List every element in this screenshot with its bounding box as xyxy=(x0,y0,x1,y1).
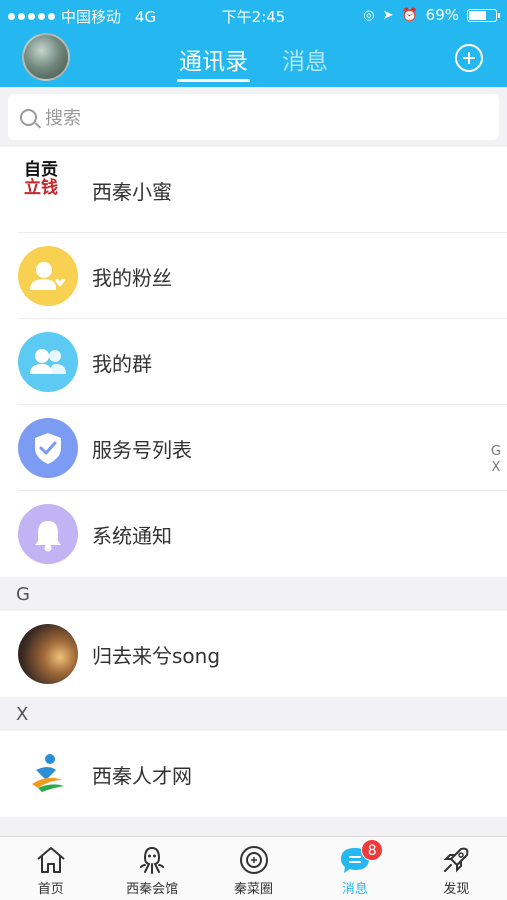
battery-percent: 69% xyxy=(425,6,459,24)
rocket-icon xyxy=(443,847,469,873)
bottom-tab-label: 首页 xyxy=(37,882,64,897)
list-item-label: 系统通知 xyxy=(92,523,172,548)
list-item-contact[interactable]: 归去来兮song xyxy=(0,611,507,697)
bell-icon xyxy=(18,504,78,564)
battery-icon xyxy=(467,8,500,22)
bottom-tab-bar: 首页 西秦会馆 秦菜圈 消息 8 发现 xyxy=(0,836,507,900)
active-tab-indicator xyxy=(177,79,250,82)
location-arrow-icon: ➤ xyxy=(382,7,394,23)
bottom-tab-label: 发现 xyxy=(443,882,470,897)
list-item-label: 西秦小蜜 xyxy=(92,179,172,204)
unread-badge: 8 xyxy=(361,839,384,861)
top-header: 中国移动 4G 下午2:45 ◎ ➤ ⏰ 69% 通讯录 消息 xyxy=(0,0,507,87)
battery-level-fill xyxy=(469,10,487,20)
bottom-tab-label: 消息 xyxy=(341,882,368,897)
tab-contacts[interactable]: 通讯录 xyxy=(177,42,250,82)
section-header-g: G xyxy=(0,577,507,611)
search-area: 搜索 xyxy=(0,87,507,147)
list-item-xiqin-xiaomi[interactable]: 自贡 立钱 西秦小蜜 xyxy=(0,147,507,233)
bottom-tab-discover[interactable]: 发现 xyxy=(406,837,507,900)
search-placeholder: 搜索 xyxy=(45,108,81,129)
contact-list: 自贡 立钱 西秦小蜜 我的粉丝 我的群 服务号列表 系统通知 G 归去来兮son… xyxy=(0,147,507,817)
contact-avatar xyxy=(18,624,78,684)
bottom-tab-home[interactable]: 首页 xyxy=(0,837,101,900)
fans-icon xyxy=(18,246,78,306)
tab-messages[interactable]: 消息 xyxy=(282,42,328,82)
bottom-tab-qin-circle[interactable]: 秦菜圈 xyxy=(203,837,304,900)
screen-lock-icon: ◎ xyxy=(363,7,375,23)
camera-lens-icon xyxy=(239,846,268,874)
search-input[interactable]: 搜索 xyxy=(8,94,499,140)
alphabet-index-bar[interactable]: G X xyxy=(491,444,501,476)
home-icon xyxy=(37,847,65,873)
group-icon xyxy=(18,332,78,392)
header-tabs: 通讯录 消息 xyxy=(0,42,507,82)
list-item-fans[interactable]: 我的粉丝 xyxy=(0,233,507,319)
search-icon xyxy=(20,108,37,126)
talent-network-logo xyxy=(18,744,78,804)
list-item-groups[interactable]: 我的群 xyxy=(0,319,507,405)
add-button[interactable] xyxy=(455,44,483,72)
list-item-label: 服务号列表 xyxy=(92,437,192,462)
section-header-x: X xyxy=(0,697,507,731)
bottom-tab-messages[interactable]: 消息 8 xyxy=(304,837,405,900)
alarm-icon: ⏰ xyxy=(401,7,418,23)
index-letter[interactable]: X xyxy=(491,460,501,476)
tab-messages-label: 消息 xyxy=(282,49,328,75)
list-item-label: 我的群 xyxy=(92,351,152,376)
list-item-label: 西秦人才网 xyxy=(92,763,192,788)
logo-text-line2: 立钱 xyxy=(24,178,58,198)
bottom-tab-xiqin-hall[interactable]: 西秦会馆 xyxy=(101,837,202,900)
status-bar: 中国移动 4G 下午2:45 ◎ ➤ ⏰ 69% xyxy=(0,0,507,28)
list-item-label: 我的粉丝 xyxy=(92,265,172,290)
list-item-service-accounts[interactable]: 服务号列表 xyxy=(0,405,507,491)
logo-text-line1: 自贡 xyxy=(24,160,58,180)
bottom-tab-label: 秦菜圈 xyxy=(234,882,274,897)
shield-check-icon xyxy=(18,418,78,478)
list-item-label: 归去来兮song xyxy=(92,643,221,668)
index-letter[interactable]: G xyxy=(491,444,501,460)
bottom-tab-label: 西秦会馆 xyxy=(126,882,179,897)
list-item-contact[interactable]: 西秦人才网 xyxy=(0,731,507,817)
list-item-system-notices[interactable]: 系统通知 xyxy=(0,491,507,577)
octopus-icon xyxy=(140,846,165,874)
tab-contacts-label: 通讯录 xyxy=(179,49,248,75)
